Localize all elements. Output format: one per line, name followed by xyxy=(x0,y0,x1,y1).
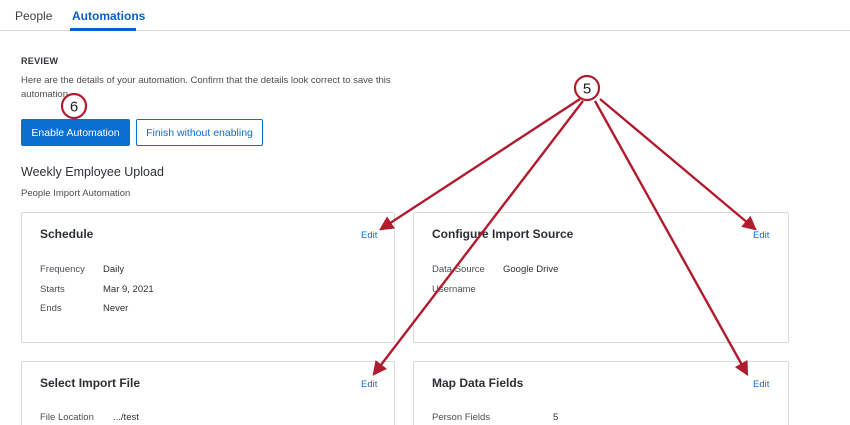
map-fields-card: Map Data Fields Edit Person Fields 5 xyxy=(413,361,789,425)
import-file-card-title: Select Import File xyxy=(40,376,141,390)
data-source-label: Data Source xyxy=(432,264,485,275)
frequency-label: Frequency xyxy=(40,264,85,275)
import-file-card: Select Import File Edit File Location ..… xyxy=(21,361,395,425)
automation-type: People Import Automation xyxy=(21,188,131,199)
person-fields-value: 5 xyxy=(553,412,559,423)
file-location-value: .../test xyxy=(113,412,139,423)
tab-bar: People Automations xyxy=(0,0,850,31)
finish-without-enabling-button[interactable]: Finish without enabling xyxy=(136,119,263,146)
callout-five-number: 5 xyxy=(583,81,591,98)
map-fields-edit-link[interactable]: Edit xyxy=(753,379,769,390)
callout-five: 5 xyxy=(573,74,601,102)
frequency-value: Daily xyxy=(103,264,125,275)
schedule-card: Schedule Edit Frequency Daily Starts Mar… xyxy=(21,212,395,343)
arrow-to-source-edit xyxy=(599,98,757,231)
schedule-card-title: Schedule xyxy=(40,227,94,241)
review-heading: REVIEW xyxy=(21,56,59,66)
import-source-card: Configure Import Source Edit Data Source… xyxy=(413,212,789,343)
data-source-value: Google Drive xyxy=(503,264,559,275)
starts-label: Starts xyxy=(40,284,65,295)
username-label: Username xyxy=(432,284,476,295)
ends-value: Never xyxy=(103,303,129,314)
map-fields-card-title: Map Data Fields xyxy=(432,376,524,390)
automation-name: Weekly Employee Upload xyxy=(21,165,164,179)
active-tab-indicator xyxy=(70,28,136,31)
import-source-edit-link[interactable]: Edit xyxy=(753,230,769,241)
arrow-to-schedule-edit xyxy=(378,97,581,231)
import-source-card-title: Configure Import Source xyxy=(432,227,574,241)
ends-label: Ends xyxy=(40,303,62,314)
file-location-label: File Location xyxy=(40,412,94,423)
schedule-edit-link[interactable]: Edit xyxy=(361,230,377,241)
review-description: Here are the details of your automation.… xyxy=(21,75,391,100)
enable-automation-button[interactable]: Enable Automation xyxy=(21,119,130,146)
import-file-edit-link[interactable]: Edit xyxy=(361,379,377,390)
tab-people[interactable]: People xyxy=(15,9,52,23)
person-fields-label: Person Fields xyxy=(432,412,491,423)
starts-value: Mar 9, 2021 xyxy=(103,284,154,295)
tab-automations[interactable]: Automations xyxy=(72,9,145,23)
